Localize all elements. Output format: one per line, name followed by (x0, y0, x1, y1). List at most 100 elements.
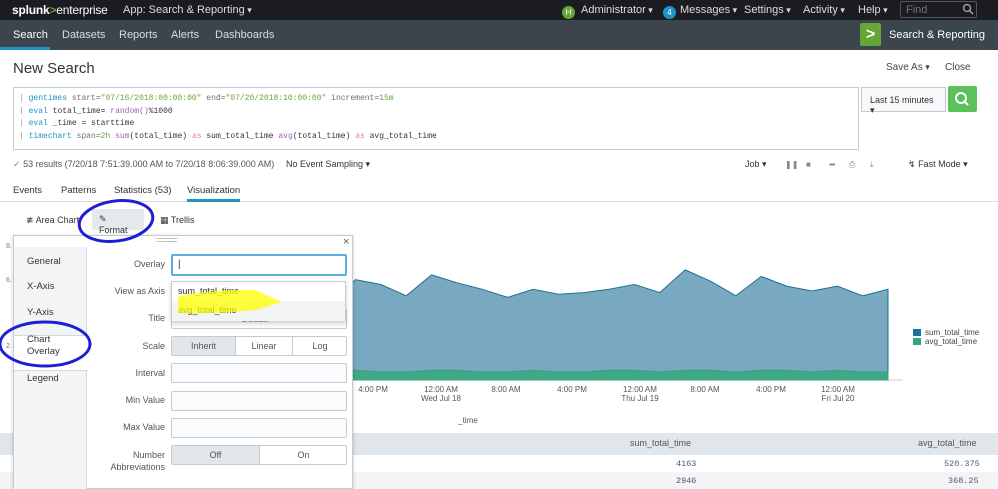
section-general[interactable]: General (27, 256, 61, 267)
scale-inherit-option[interactable]: Inherit (172, 337, 235, 355)
job-menu[interactable]: Job (745, 159, 767, 170)
close-icon[interactable]: × (343, 236, 349, 248)
tab-statistics[interactable]: Statistics (53) (114, 185, 172, 196)
x-tick-label: 4:00 PM (756, 385, 786, 394)
nav-alerts[interactable]: Alerts (171, 29, 199, 41)
x-tick-date-label: Wed Jul 18 (421, 394, 461, 403)
messages-menu[interactable]: 4 Messages (663, 4, 737, 19)
app-menu[interactable]: App: Search & Reporting (123, 4, 252, 16)
search-query-editor[interactable]: | gentimes start="07/16/2018:00:00:00" e… (13, 87, 859, 150)
section-x-axis[interactable]: X-Axis (27, 281, 54, 292)
legend-item-sum[interactable]: sum_total_time (913, 328, 979, 337)
legend-swatch (913, 329, 921, 336)
x-tick-label: 4:00 PM (557, 385, 587, 394)
grid-icon: ▦ (160, 215, 169, 225)
column-header-sum[interactable]: sum_total_time (630, 438, 691, 448)
min-value-label: Min Value (125, 395, 165, 405)
x-tick-label: 8:00 AM (491, 385, 521, 394)
user-avatar: H (562, 6, 575, 19)
section-legend[interactable]: Legend (27, 373, 59, 384)
x-tick-label: 12:00 AM (821, 385, 855, 394)
x-tick-date-label: Thu Jul 19 (621, 394, 659, 403)
y-tick-label: 6. (6, 277, 12, 284)
table-cell: 520.375 (944, 459, 980, 469)
query-line-2: | eval total_time= random()%1000 (19, 106, 173, 116)
scale-linear-option[interactable]: Linear (236, 337, 292, 355)
view-as-axis-label: View as Axis (114, 286, 165, 296)
user-menu[interactable]: H Administrator (562, 4, 653, 19)
column-header-avg[interactable]: avg_total_time (918, 438, 977, 448)
search-icon[interactable] (962, 3, 974, 15)
min-value-input[interactable] (171, 391, 347, 411)
section-y-axis[interactable]: Y-Axis (27, 307, 54, 318)
tab-active-indicator (187, 199, 240, 202)
legend-item-avg[interactable]: avg_total_time (913, 337, 979, 346)
query-line-4: | timechart span=2h sum(total_time) as s… (19, 131, 437, 141)
event-sampling-menu[interactable]: No Event Sampling (286, 159, 370, 170)
interval-input[interactable] (171, 363, 347, 383)
table-cell: 2946 (676, 476, 697, 486)
search-icon (955, 92, 969, 106)
abbrev-on-option[interactable]: On (260, 446, 347, 464)
nav-datasets[interactable]: Datasets (62, 29, 105, 41)
splunk-logo[interactable]: splunk>enterprise (12, 3, 108, 17)
save-as-button[interactable]: Save As (886, 62, 930, 73)
app-logo-icon: > (860, 23, 881, 46)
tab-visualization[interactable]: Visualization (187, 185, 240, 196)
x-tick-label: 12:00 AM (424, 385, 458, 394)
activity-menu[interactable]: Activity (803, 4, 845, 16)
nav-reports[interactable]: Reports (119, 29, 158, 41)
drag-handle[interactable]: :::::::::::::::::::::: (156, 237, 178, 244)
close-button[interactable]: Close (945, 62, 971, 73)
app-name: Search & Reporting (889, 29, 985, 41)
number-abbreviations-label: Number Abbreviations (110, 450, 165, 472)
tab-events[interactable]: Events (13, 185, 42, 196)
trellis-button[interactable]: ▦ Trellis (160, 215, 195, 226)
help-menu[interactable]: Help (858, 4, 888, 16)
x-tick-label: 4:00 PM (358, 385, 388, 394)
abbrev-off-option[interactable]: Off (172, 446, 259, 464)
nav-active-indicator (0, 47, 50, 50)
settings-menu[interactable]: Settings (744, 4, 791, 16)
section-chart-overlay[interactable]: Chart Overlay (27, 334, 77, 358)
x-tick-label: 8:00 AM (690, 385, 720, 394)
messages-badge: 4 (663, 6, 676, 19)
search-mode-menu[interactable]: ↯ Fast Mode (908, 159, 968, 170)
overlay-option-sum[interactable]: sum_total_time (178, 286, 239, 296)
stop-icon[interactable]: ■ (806, 160, 811, 169)
overlay-option-avg[interactable]: avg_total_time (178, 305, 237, 315)
chart-legend: sum_total_time avg_total_time (913, 328, 979, 346)
scale-log-option[interactable]: Log (293, 337, 347, 355)
run-search-button[interactable] (948, 86, 977, 112)
results-summary: ✓ 53 results (7/20/18 7:51:39.000 AM to … (13, 159, 275, 169)
legend-swatch (913, 338, 921, 345)
app-nav-bar: Search Datasets Reports Alerts Dashboard… (0, 20, 998, 50)
table-cell: 4163 (676, 459, 697, 469)
pause-icon[interactable]: ❚❚ (785, 160, 798, 169)
print-icon[interactable]: ⎙ (849, 160, 855, 170)
x-axis-title: _time (457, 416, 478, 425)
overlay-input[interactable]: | (171, 254, 347, 276)
check-icon: ✓ (13, 159, 21, 169)
interval-label: Interval (135, 368, 165, 378)
max-value-label: Max Value (123, 422, 165, 432)
max-value-input[interactable] (171, 418, 347, 438)
table-cell: 368.25 (948, 476, 979, 486)
share-icon[interactable]: ➦ (829, 160, 836, 169)
chart-type-button[interactable]: ≇ Area Chart (26, 215, 79, 226)
area-chart-icon: ≇ (26, 215, 34, 225)
overlay-dropdown: sum_total_time avg_total_time (171, 281, 346, 321)
y-tick-label: 8. (6, 243, 12, 250)
overlay-label: Overlay (133, 259, 165, 269)
export-icon[interactable]: ⤓ (870, 160, 874, 170)
abbreviations-selector: Off On (171, 445, 347, 465)
tab-patterns[interactable]: Patterns (61, 185, 96, 196)
nav-search[interactable]: Search (13, 29, 48, 41)
query-line-3: | eval _time = starttime (19, 119, 135, 128)
lightning-icon: ↯ (908, 159, 916, 169)
y-tick-label: 2. (6, 343, 12, 350)
nav-dashboards[interactable]: Dashboards (215, 29, 274, 41)
time-range-picker[interactable]: Last 15 minutes (861, 87, 946, 112)
format-button[interactable]: ✎ Format (92, 209, 144, 235)
title-label: Title (148, 313, 165, 323)
